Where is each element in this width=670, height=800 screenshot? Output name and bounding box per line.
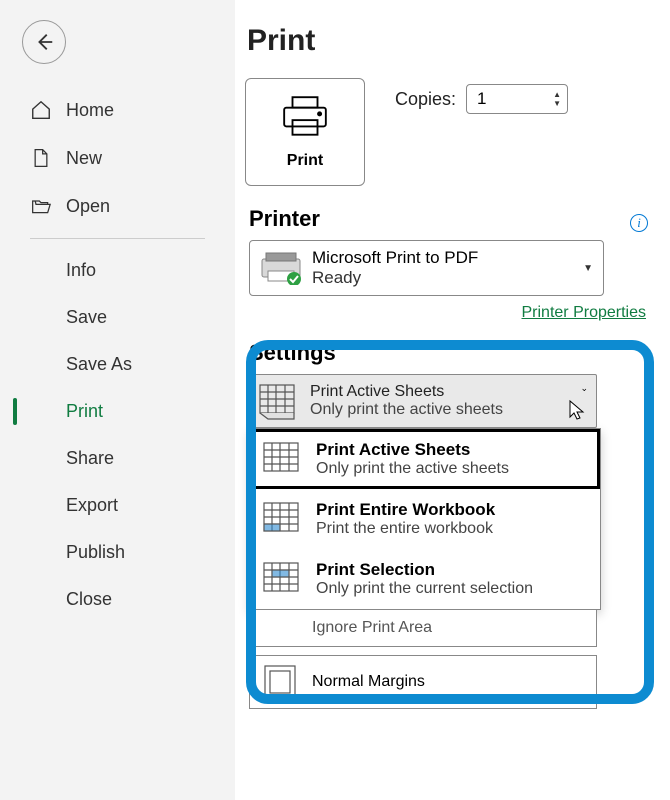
printer-icon bbox=[280, 94, 330, 140]
sidebar-item-home[interactable]: Home bbox=[0, 86, 235, 134]
sidebar-label: Save As bbox=[66, 354, 132, 375]
printer-device-icon bbox=[260, 251, 302, 285]
sidebar-label: Open bbox=[66, 196, 110, 217]
sidebar-item-info[interactable]: Info bbox=[0, 247, 235, 294]
info-icon[interactable]: i bbox=[630, 214, 648, 232]
printer-name: Microsoft Print to PDF bbox=[312, 248, 573, 268]
margins-icon bbox=[262, 664, 298, 700]
print-what-dropdown[interactable]: Print Active Sheets Only print the activ… bbox=[249, 374, 597, 428]
sheet-grid-icon bbox=[258, 381, 298, 421]
page-title: Print bbox=[247, 24, 660, 58]
margins-label: Normal Margins bbox=[312, 673, 425, 691]
printer-properties-link[interactable]: Printer Properties bbox=[245, 304, 646, 322]
sidebar-item-publish[interactable]: Publish bbox=[0, 529, 235, 576]
sidebar-label: Home bbox=[66, 100, 114, 121]
copies-value: 1 bbox=[477, 89, 486, 109]
sidebar-item-save-as[interactable]: Save As bbox=[0, 341, 235, 388]
print-button[interactable]: Print bbox=[245, 78, 365, 186]
sidebar-label: Info bbox=[66, 260, 96, 281]
copies-label: Copies: bbox=[395, 89, 456, 110]
settings-section-header: Settings bbox=[249, 340, 660, 366]
sidebar-label: Close bbox=[66, 589, 112, 610]
sidebar-label: Print bbox=[66, 401, 103, 422]
sidebar-item-share[interactable]: Share bbox=[0, 435, 235, 482]
dropdown-subtitle: Only print the active sheets bbox=[310, 401, 588, 419]
option-title: Print Active Sheets bbox=[316, 440, 509, 460]
printer-status: Ready bbox=[312, 268, 573, 288]
sidebar: Home New Open Info Save Save As Print Sh… bbox=[0, 0, 235, 800]
copies-input[interactable]: 1 ▲▼ bbox=[466, 84, 568, 114]
cursor-icon bbox=[568, 399, 586, 421]
option-print-entire-workbook[interactable]: Print Entire WorkbookPrint the entire wo… bbox=[250, 489, 600, 549]
margins-selector[interactable]: Normal Margins bbox=[249, 655, 597, 709]
copies-spinner[interactable]: ▲▼ bbox=[553, 91, 561, 108]
home-icon bbox=[30, 99, 52, 121]
option-desc: Only print the current selection bbox=[316, 580, 533, 598]
sidebar-label: New bbox=[66, 148, 102, 169]
sidebar-item-print[interactable]: Print bbox=[0, 388, 235, 435]
option-print-active-sheets[interactable]: Print Active SheetsOnly print the active… bbox=[250, 429, 600, 489]
sidebar-item-open[interactable]: Open bbox=[0, 182, 235, 230]
back-button[interactable] bbox=[22, 20, 66, 64]
folder-open-icon bbox=[30, 195, 52, 217]
sidebar-item-close[interactable]: Close bbox=[0, 576, 235, 623]
selection-grid-icon bbox=[262, 559, 302, 599]
sidebar-divider bbox=[30, 238, 205, 239]
back-arrow-icon bbox=[33, 31, 55, 53]
option-title: Print Entire Workbook bbox=[316, 500, 495, 520]
print-what-options: Print Active SheetsOnly print the active… bbox=[249, 428, 601, 610]
ignore-print-area[interactable]: Ignore Print Area bbox=[249, 610, 597, 647]
sidebar-label: Share bbox=[66, 448, 114, 469]
dropdown-title: Print Active Sheets bbox=[310, 383, 588, 401]
sidebar-label: Export bbox=[66, 495, 118, 516]
sidebar-item-new[interactable]: New bbox=[0, 134, 235, 182]
main-panel: Print Print Copies: 1 ▲▼ Printer bbox=[235, 0, 670, 800]
printer-section-header: Printer bbox=[249, 206, 320, 232]
document-icon bbox=[30, 147, 52, 169]
option-desc: Only print the active sheets bbox=[316, 460, 509, 478]
option-print-selection[interactable]: Print SelectionOnly print the current se… bbox=[250, 549, 600, 609]
option-desc: Print the entire workbook bbox=[316, 520, 495, 538]
print-button-label: Print bbox=[287, 152, 323, 170]
sheet-grid-icon bbox=[262, 439, 302, 479]
sidebar-item-save[interactable]: Save bbox=[0, 294, 235, 341]
chevron-down-icon: ⌄ bbox=[580, 383, 588, 394]
sidebar-item-export[interactable]: Export bbox=[0, 482, 235, 529]
printer-selector[interactable]: Microsoft Print to PDF Ready ▼ bbox=[249, 240, 604, 296]
sidebar-label: Publish bbox=[66, 542, 125, 563]
workbook-grid-icon bbox=[262, 499, 302, 539]
chevron-down-icon: ▼ bbox=[583, 263, 593, 274]
option-title: Print Selection bbox=[316, 560, 533, 580]
sidebar-label: Save bbox=[66, 307, 107, 328]
